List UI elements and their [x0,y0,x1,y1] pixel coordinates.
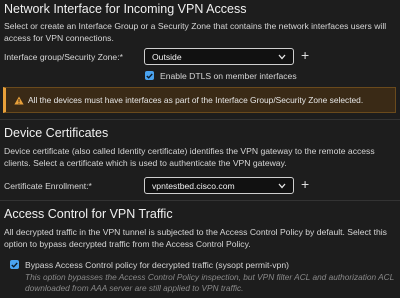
enrollment-label: Certificate Enrollment:* [4,181,92,191]
warning-text: All the devices must have interfaces as … [28,95,364,105]
bypass-checkbox[interactable] [10,260,19,269]
access-control-heading: Access Control for VPN Traffic [4,207,173,221]
chevron-down-icon [278,183,286,188]
divider [0,119,400,120]
checkmark-icon [146,73,153,79]
dtls-checkbox[interactable] [145,71,154,80]
vpn-interface-description: Select or create an Interface Group or a… [4,21,387,43]
dtls-label: Enable DTLS on member interfaces [160,71,297,81]
enrollment-select[interactable]: vpntestbed.cisco.com [144,177,294,194]
warning-icon [14,96,24,104]
interface-warning-banner: All the devices must have interfaces as … [3,87,396,113]
divider [0,200,400,201]
device-certificates-heading: Device Certificates [4,126,109,140]
add-zone-button[interactable]: + [301,48,309,62]
access-control-description: All decrypted traffic in the VPN tunnel … [4,227,387,249]
chevron-down-icon [278,54,286,59]
plus-icon: + [301,47,310,63]
enrollment-select-value: vpntestbed.cisco.com [152,180,235,191]
zone-select-value: Outside [152,51,182,62]
bypass-label: Bypass Access Control policy for decrypt… [25,260,289,270]
bypass-note: This option bypasses the Access Control … [25,272,395,293]
add-certificate-button[interactable]: + [301,177,309,191]
vpn-interface-heading: Network Interface for Incoming VPN Acces… [4,2,247,16]
device-certificates-description: Device certificate (also called Identity… [4,146,375,168]
zone-select[interactable]: Outside [144,48,294,65]
checkmark-icon [11,262,18,268]
plus-icon: + [301,176,310,192]
zone-label: Interface group/Security Zone:* [4,52,123,62]
